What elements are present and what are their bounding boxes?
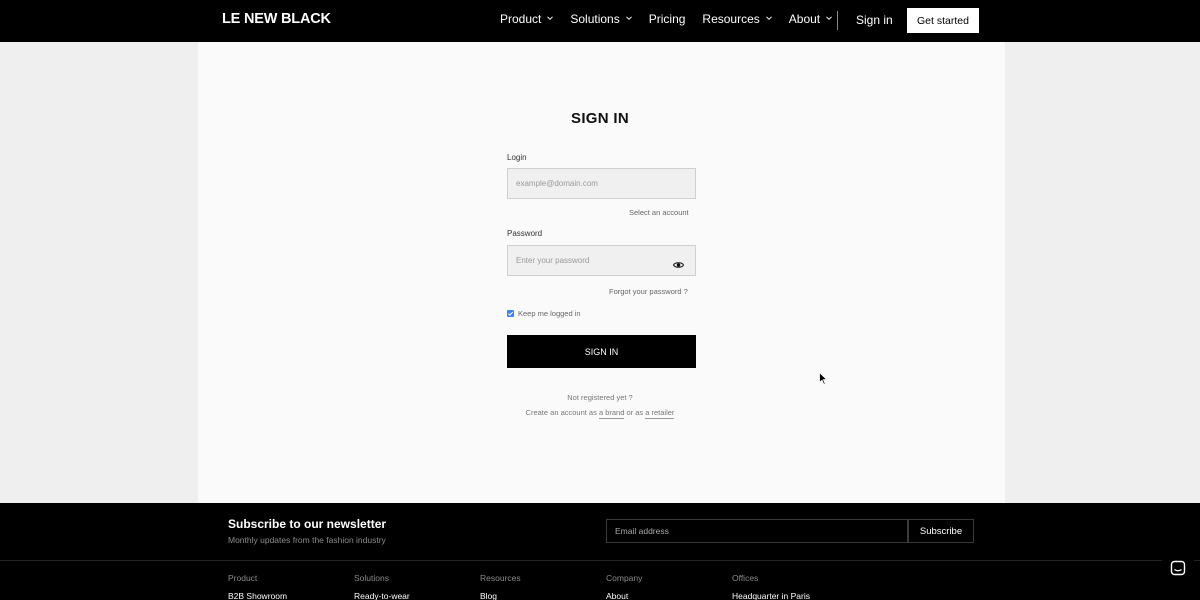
password-input[interactable]: Enter your password [507, 245, 696, 276]
nav-item-resources[interactable]: Resources [702, 12, 772, 26]
sign-in-button[interactable]: SIGN IN [507, 335, 696, 368]
footer-divider [0, 560, 1200, 561]
brand-signup-link[interactable]: a brand [598, 408, 625, 419]
footer-heading-offices: Offices [732, 573, 759, 583]
nav-item-label: Solutions [570, 12, 620, 26]
login-input[interactable]: example@domain.com [507, 168, 696, 199]
keep-logged-in-checkbox[interactable] [507, 310, 514, 317]
email-placeholder: Email address [615, 526, 669, 536]
eye-icon[interactable] [672, 256, 685, 268]
footer-link-ready-to-wear[interactable]: Ready-to-wear [354, 591, 410, 600]
nav-item-label: Resources [702, 12, 760, 26]
header-sign-in-link[interactable]: Sign in [856, 13, 893, 27]
nav-item-pricing[interactable]: Pricing [649, 12, 686, 26]
chat-icon [1170, 560, 1186, 581]
footer-heading-company: Company [606, 573, 643, 583]
chevron-down-icon [625, 15, 632, 21]
subscribe-button[interactable]: Subscribe [908, 519, 974, 543]
footer-link-about[interactable]: About [606, 591, 628, 600]
nav-item-label: Pricing [648, 12, 686, 26]
footer-heading-product: Product [228, 573, 258, 583]
newsletter-title: Subscribe to our newsletter [228, 517, 387, 531]
newsletter-email-input[interactable]: Email address [606, 519, 908, 543]
create-account-line: Create an account as a brand or as a ret… [0, 408, 1200, 419]
nav-item-product[interactable]: Product [500, 12, 554, 26]
footer-heading-resources: Resources [480, 573, 521, 583]
nav-divider [837, 11, 838, 30]
password-placeholder: Enter your password [516, 256, 590, 265]
nav-item-label: About [788, 12, 821, 26]
page-title: SIGN IN [571, 110, 629, 127]
create-account-prefix: Create an account as [525, 408, 597, 417]
newsletter-subtitle: Monthly updates from the fashion industr… [228, 535, 386, 545]
footer-link-b2b-showroom[interactable]: B2B Showroom [228, 591, 287, 600]
nav-item-label: Product [500, 12, 542, 26]
password-label: Password [507, 229, 543, 238]
chevron-down-icon [547, 15, 554, 21]
keep-logged-in-label[interactable]: Keep me logged in [518, 309, 581, 318]
login-label: Login [507, 153, 527, 162]
retailer-signup-link[interactable]: a retailer [645, 408, 675, 419]
login-placeholder: example@domain.com [516, 179, 598, 188]
chevron-down-icon [765, 15, 772, 21]
nav-item-about[interactable]: About [789, 12, 832, 26]
not-registered-text: Not registered yet ? [567, 393, 633, 402]
chat-widget-button[interactable] [1162, 553, 1194, 587]
footer-heading-solutions: Solutions [354, 573, 389, 583]
footer: Subscribe to our newsletter Monthly upda… [0, 503, 1200, 600]
main-nav: Product Solutions Pricing Resources Abou… [500, 12, 849, 26]
or-as-text: or as [626, 408, 644, 417]
chevron-down-icon [826, 15, 832, 21]
forgot-password-link[interactable]: Forgot your password ? [609, 287, 688, 296]
select-account-link[interactable]: Select an account [629, 208, 689, 217]
nav-item-solutions[interactable]: Solutions [570, 12, 632, 26]
top-navigation-bar: LE NEW BLACK Product Solutions Pricing R… [0, 0, 1200, 42]
get-started-button[interactable]: Get started [907, 8, 979, 33]
footer-link-headquarter[interactable]: Headquarter in Paris [732, 591, 810, 600]
brand-logo[interactable]: LE NEW BLACK [222, 11, 331, 27]
footer-link-blog[interactable]: Blog [480, 591, 497, 600]
mouse-cursor-icon [819, 371, 828, 385]
